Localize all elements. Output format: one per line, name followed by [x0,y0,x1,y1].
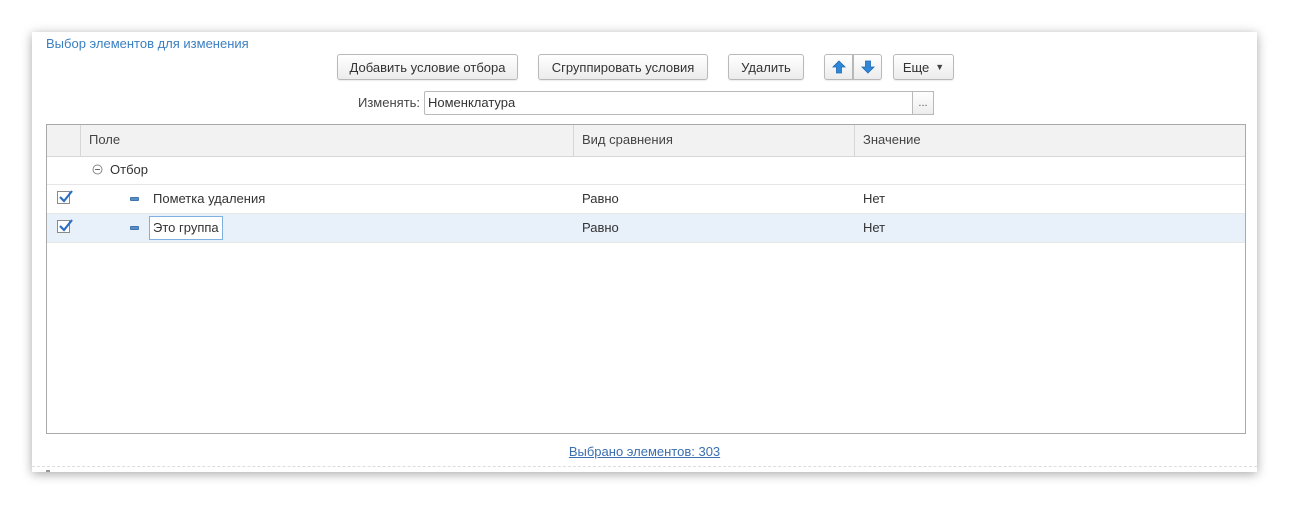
group-conditions-button[interactable]: Сгруппировать условия [538,54,708,80]
header-value[interactable]: Значение [855,125,1247,156]
checkmark-icon [59,190,73,203]
form-title: Выбор элементов для изменения [46,36,249,51]
table-row[interactable]: Пометка удаления Равно Нет [47,185,1245,214]
field-cell[interactable]: Пометка удаления [153,185,265,213]
header-comparison[interactable]: Вид сравнения [574,125,855,156]
table-row[interactable]: Это группа Равно Нет [47,214,1245,243]
change-label: Изменять: [358,95,421,110]
collapse-icon[interactable] [92,164,103,175]
move-up-button[interactable] [824,54,853,80]
condition-icon [130,197,139,201]
divider [32,466,1257,467]
arrow-down-icon [860,60,875,74]
value-cell[interactable]: Нет [863,214,885,242]
chevron-down-icon: ▼ [935,62,945,72]
more-label: Еще [902,59,930,75]
grid-header: Поле Вид сравнения Значение [47,125,1245,157]
delete-button[interactable]: Удалить [728,54,804,80]
move-down-button[interactable] [853,54,882,80]
comparison-cell[interactable]: Равно [582,214,619,242]
arrow-up-icon [831,60,846,74]
choose-button[interactable]: ... [912,91,934,115]
header-field[interactable]: Поле [81,125,574,156]
header-check-column [47,125,81,156]
comparison-cell[interactable]: Равно [582,185,619,213]
change-object-field[interactable]: Номенклатура [424,91,934,115]
condition-icon [130,226,139,230]
row-checkbox[interactable] [57,219,73,233]
group-row-filter[interactable]: Отбор [47,156,1245,185]
more-dropdown-button[interactable]: Еще ▼ [893,54,954,80]
footer: Выбрано элементов: 303 [32,444,1257,459]
value-cell[interactable]: Нет [863,185,885,213]
group-label: Отбор [110,162,148,177]
field-cell-editing[interactable]: Это группа [149,216,223,240]
partial-element [46,470,50,472]
form-panel: Выбор элементов для изменения Добавить у… [32,32,1257,472]
filter-grid: Поле Вид сравнения Значение Отбор Пометк… [46,124,1246,434]
row-checkbox[interactable] [57,190,73,204]
selected-count-link[interactable]: Выбрано элементов: 303 [569,444,720,459]
checkmark-icon [59,219,73,232]
add-condition-button[interactable]: Добавить условие отбора [337,54,518,80]
